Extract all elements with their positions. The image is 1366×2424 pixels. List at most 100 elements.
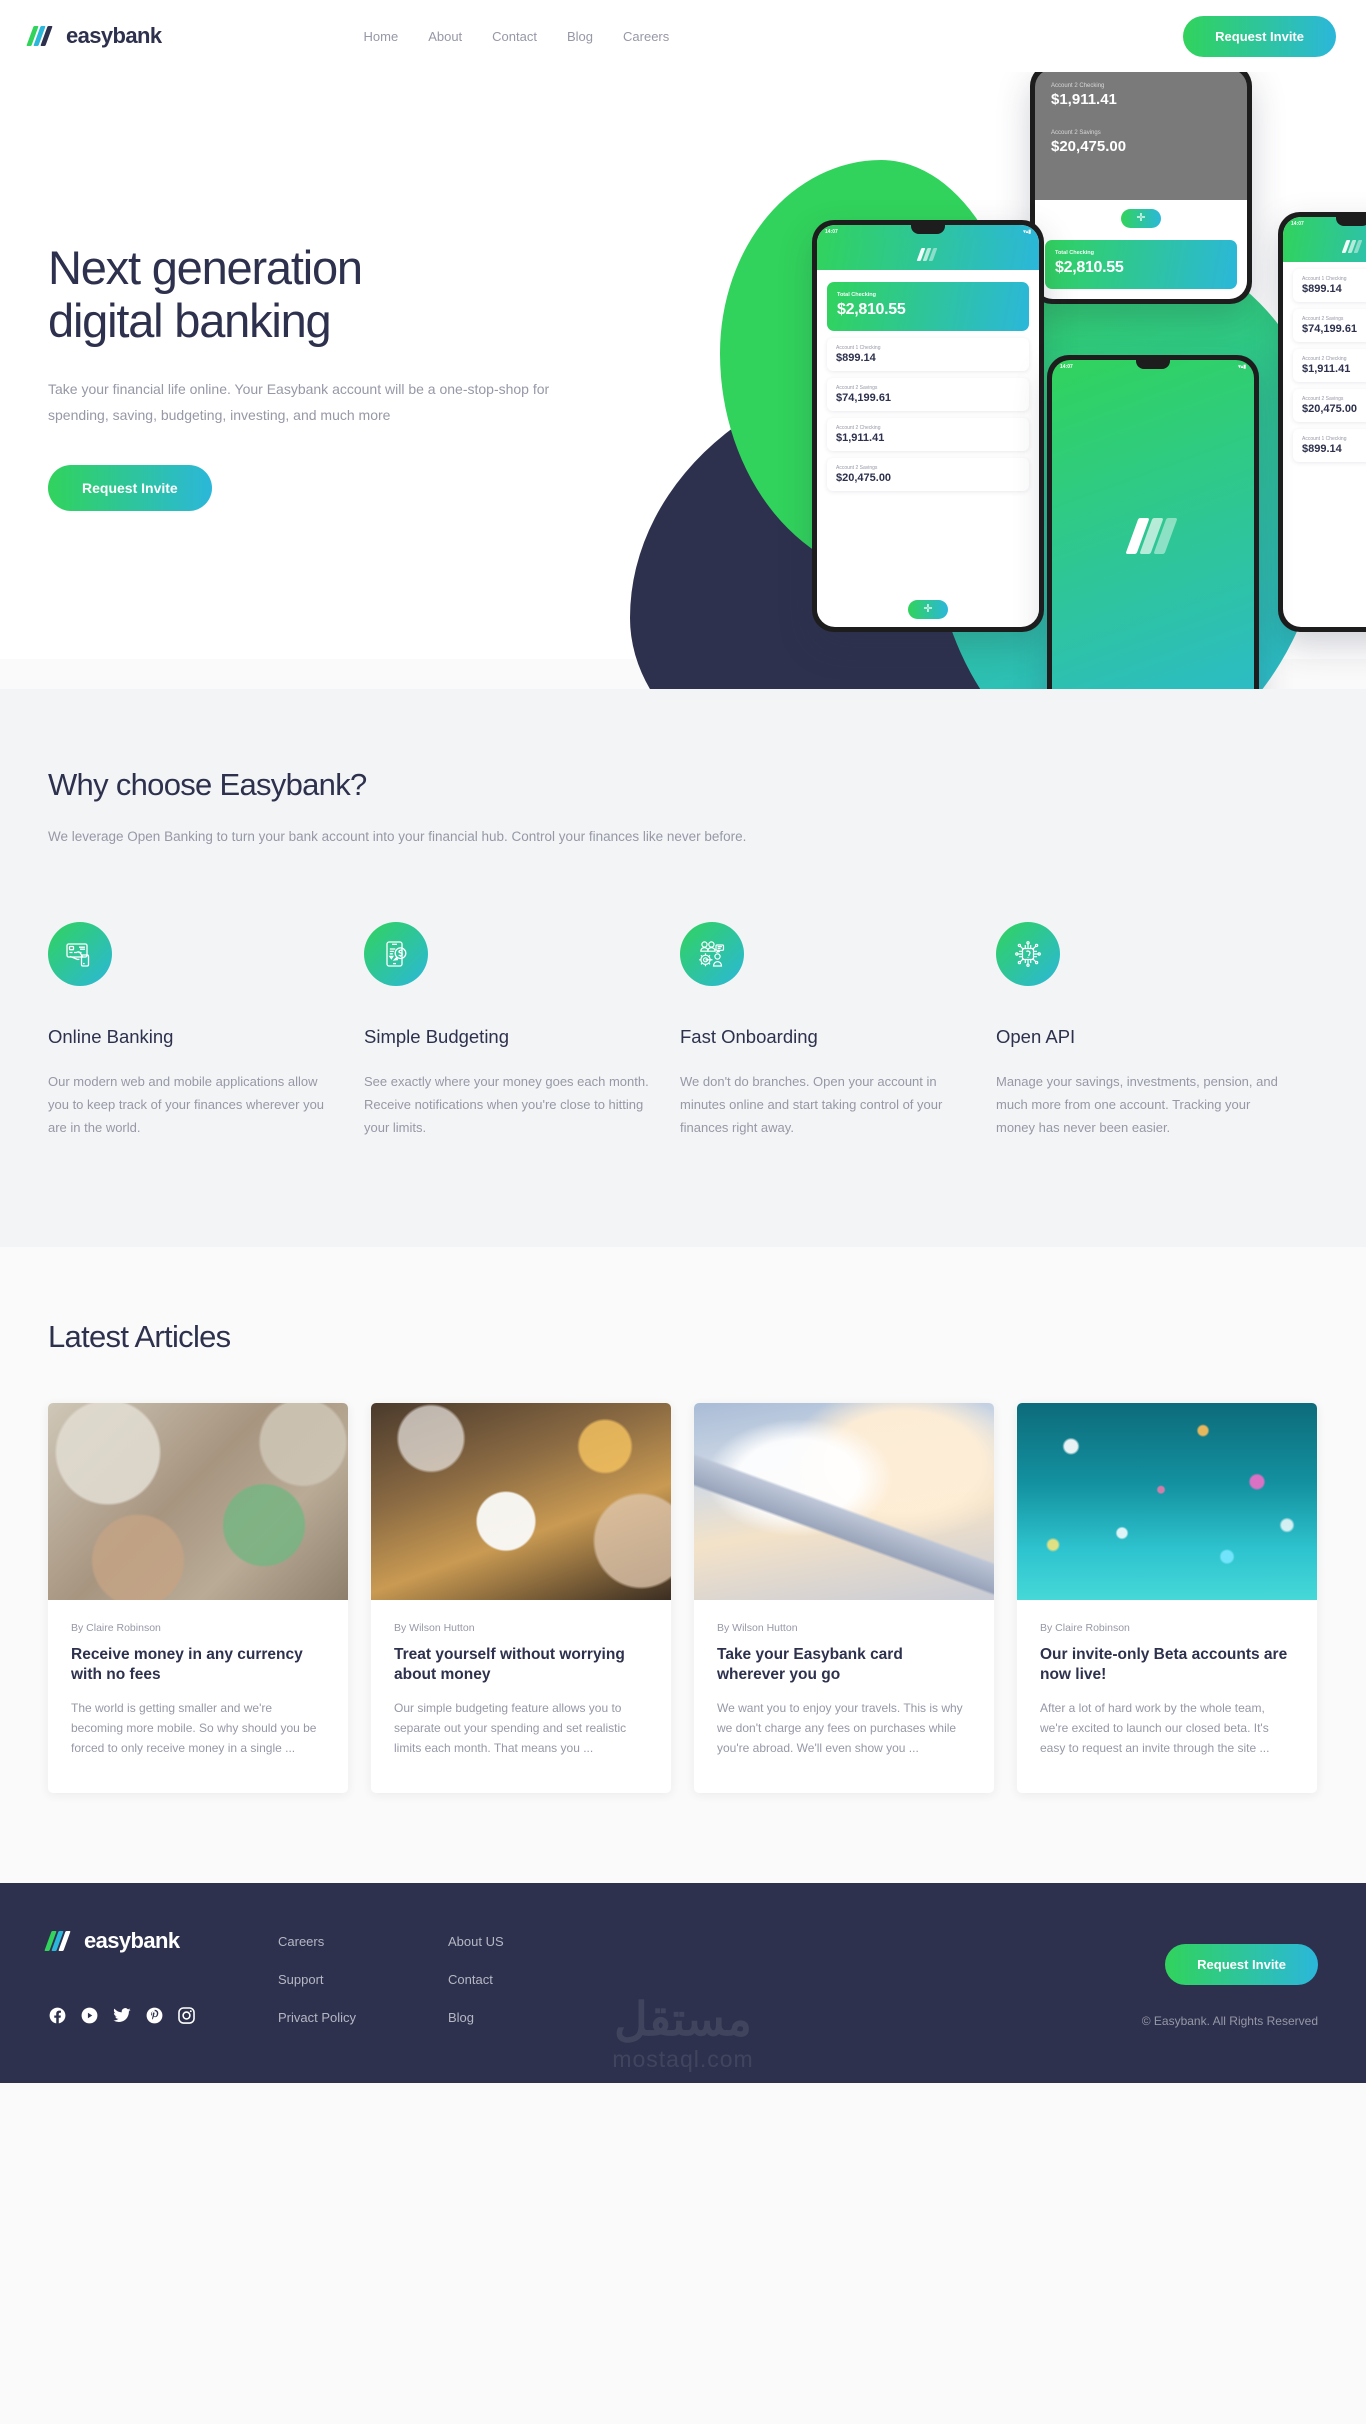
restaurant-dining-photo	[371, 1402, 671, 1600]
primary-nav: Home About Contact Blog Careers	[364, 3, 670, 70]
phone-add-account-fab-button[interactable]: ✛	[1121, 209, 1161, 228]
hero-title: Next generation digital banking	[48, 241, 568, 347]
footer-link-blog[interactable]: Blog	[448, 2010, 618, 2025]
feature-open-api: Open API Manage your savings, investment…	[996, 921, 1286, 1139]
account-amount: $1,911.41	[1051, 91, 1117, 108]
nav-item-home[interactable]: Home	[364, 3, 399, 70]
account-amount: $899.14	[1302, 283, 1342, 295]
article-title[interactable]: Take your Easybank card wherever you go	[717, 1645, 971, 1686]
feature-description: See exactly where your money goes each m…	[364, 1073, 649, 1135]
feature-title: Online Banking	[48, 1025, 174, 1047]
footer-link-about-us[interactable]: About US	[448, 1934, 618, 1949]
phone-splash-logo-icon	[1125, 517, 1178, 559]
account-amount: $1,911.41	[1302, 363, 1351, 375]
phone-add-account-fab-button[interactable]: ✛	[908, 600, 948, 619]
easybank-slashes-logo-icon	[26, 26, 58, 46]
phone-account-row: Account 2 Savings $74,199.61	[827, 378, 1029, 411]
phone-status-time: 14:07	[1060, 363, 1073, 370]
footer-request-invite-button[interactable]: Request Invite	[1165, 1943, 1318, 1985]
article-summary: Our simple budgeting feature allows you …	[394, 1700, 627, 1755]
phone-app-logo-icon	[817, 238, 1039, 270]
article-title[interactable]: Our invite-only Beta accounts are now li…	[1040, 1645, 1294, 1686]
feature-title: Simple Budgeting	[364, 1025, 510, 1047]
watermark-latin: mostaql.com	[612, 2045, 754, 2072]
account-label: Account 2 Checking	[836, 425, 881, 431]
phone-account-row: Account 1 Checking $899.14	[1293, 269, 1366, 302]
footer-link-support[interactable]: Support	[278, 1972, 448, 1987]
site-footer: easybank Careers Support Privact Policy …	[0, 1882, 1366, 2083]
feature-simple-budgeting: Simple Budgeting See exactly where your …	[364, 921, 654, 1139]
nav-item-contact[interactable]: Contact	[492, 3, 537, 70]
twitter-icon[interactable]	[112, 2006, 132, 2025]
phone-status-time: 14:07	[825, 228, 838, 235]
article-card[interactable]: By Claire Robinson Our invite-only Beta …	[1017, 1402, 1317, 1793]
account-label: Account 2 Savings	[1302, 396, 1344, 402]
footer-links-column-2: About US Contact Blog	[448, 1928, 618, 2028]
article-card[interactable]: By Claire Robinson Receive money in any …	[48, 1402, 348, 1793]
article-summary: We want you to enjoy your travels. This …	[717, 1700, 963, 1755]
phone-status-time: 14:07	[1291, 220, 1304, 227]
article-author: By Claire Robinson	[71, 1621, 161, 1634]
phone-account-row: Account 1 Checking $899.14	[827, 338, 1029, 371]
card-in-hand-icon	[48, 921, 112, 986]
features-subheading: We leverage Open Banking to turn your ba…	[48, 829, 747, 844]
feature-online-banking: Online Banking Our modern web and mobile…	[48, 921, 338, 1139]
account-amount: $1,911.41	[836, 432, 885, 444]
feature-description: Our modern web and mobile applications a…	[48, 1073, 325, 1135]
account-label: Account 1 Checking	[1302, 276, 1347, 282]
account-label: Account 2 Checking	[1302, 356, 1347, 362]
account-label: Account 2 Savings	[1051, 130, 1101, 136]
article-summary: After a lot of hard work by the whole te…	[1040, 1700, 1270, 1755]
article-title[interactable]: Treat yourself without worrying about mo…	[394, 1645, 648, 1686]
article-card[interactable]: By Wilson Hutton Treat yourself without …	[371, 1402, 671, 1793]
account-label: Account 1 Checking	[1302, 436, 1347, 442]
copyright-text: © Easybank. All Rights Reserved	[1141, 2013, 1318, 2028]
hero-request-invite-button[interactable]: Request Invite	[48, 465, 212, 512]
nav-item-about[interactable]: About	[428, 3, 462, 70]
phone-app-logo-icon	[1283, 230, 1366, 262]
feature-description: We don't do branches. Open your account …	[680, 1073, 943, 1135]
footer-link-privacy-policy[interactable]: Privact Policy	[278, 2010, 448, 2025]
phone-total-card: Total Checking $2,810.55	[827, 282, 1029, 331]
nav-item-blog[interactable]: Blog	[567, 3, 593, 70]
instagram-icon[interactable]	[177, 2006, 196, 2025]
facebook-icon[interactable]	[48, 2006, 67, 2025]
phone-account-row: Account 2 Checking $1,911.41	[827, 418, 1029, 451]
youtube-icon[interactable]	[80, 2006, 99, 2025]
plus-icon: ✛	[923, 603, 933, 615]
account-amount: $899.14	[836, 352, 876, 364]
currency-banknotes-photo	[48, 1402, 348, 1600]
hero-copy: Next generation digital banking Take you…	[48, 241, 568, 512]
nav-item-careers[interactable]: Careers	[623, 3, 669, 70]
confetti-teal-photo	[1017, 1402, 1317, 1600]
hero-phone-top: Account 2 Checking $1,911.41 Account 2 S…	[1030, 72, 1252, 304]
plus-icon: ✛	[1136, 212, 1146, 224]
article-author: By Wilson Hutton	[717, 1621, 798, 1634]
article-card[interactable]: By Wilson Hutton Take your Easybank card…	[694, 1402, 994, 1793]
footer-link-contact[interactable]: Contact	[448, 1972, 618, 1987]
header-logo[interactable]: easybank	[26, 23, 162, 49]
footer-link-careers[interactable]: Careers	[278, 1934, 448, 1949]
phone-account-row: Account 2 Savings $74,199.61	[1293, 309, 1366, 342]
account-label: Account 1 Checking	[836, 345, 881, 351]
total-label: Total Checking	[837, 292, 877, 298]
pinterest-icon[interactable]	[145, 2006, 164, 2025]
account-label: Account 2 Savings	[836, 465, 878, 471]
hero-title-line-1: Next generation	[48, 241, 363, 294]
phone-notch-icon	[1136, 360, 1170, 369]
phone-status-icons: ▾▴▮	[1238, 363, 1246, 370]
footer-logo[interactable]: easybank	[44, 1928, 278, 1954]
header-request-invite-button[interactable]: Request Invite	[1183, 15, 1336, 57]
phone-status-icons: ▾▴▮	[1023, 228, 1031, 235]
account-amount: $899.14	[1302, 443, 1342, 455]
account-amount: $74,199.61	[836, 392, 892, 404]
articles-section: Latest Articles By Claire Robinson Recei…	[0, 1246, 1366, 1883]
phone-account-row: Account 2 Savings $20,475.00	[1293, 389, 1366, 422]
account-amount: $20,475.00	[836, 472, 892, 484]
feature-description: Manage your savings, investments, pensio…	[996, 1073, 1278, 1135]
phone-total-card: Total Checking $2,810.55	[1045, 240, 1237, 289]
account-label: Account 2 Savings	[1302, 316, 1344, 322]
hero-phone-main: 14:07 ▾▴▮ Total Checking $2,810.55 Accoun…	[812, 220, 1044, 632]
feature-title: Fast Onboarding	[680, 1025, 818, 1047]
article-title[interactable]: Receive money in any currency with no fe…	[71, 1645, 325, 1686]
